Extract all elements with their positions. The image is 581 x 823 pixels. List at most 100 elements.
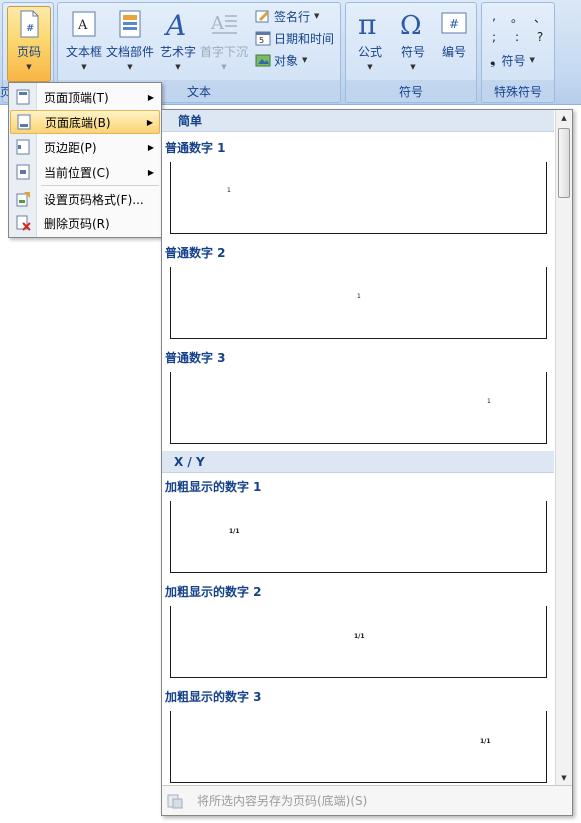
menu-item-page-margins[interactable]: 页边距(P) ▶ xyxy=(10,135,160,159)
menu-separator xyxy=(41,185,159,186)
gallery-thumbnail-plain-number-2[interactable]: 1 xyxy=(170,267,547,339)
menu-item-top-of-page[interactable]: 页面顶端(T) ▶ xyxy=(10,85,160,109)
symbol-cell[interactable]: , xyxy=(487,9,501,25)
current-position-icon xyxy=(16,164,30,180)
menu-item-label: 页边距(P) xyxy=(44,140,97,155)
chevron-down-icon: ▼ xyxy=(127,63,133,71)
chevron-down-icon: ▼ xyxy=(221,63,227,71)
quickparts-label: 文档部件 xyxy=(106,45,155,59)
chevron-down-icon: ▼ xyxy=(302,56,308,64)
page-number-sample: 1 xyxy=(357,293,361,300)
group-label-fragment: 页 xyxy=(0,86,8,99)
menu-item-remove-page-numbers[interactable]: 删除页码(R) xyxy=(10,211,160,235)
number-label: 编号 xyxy=(441,45,466,59)
wordart-label: 艺术字 xyxy=(159,45,196,59)
symbols-group-label: 符号 xyxy=(398,85,423,99)
date-time-label: 日期和时间 xyxy=(274,31,335,46)
menu-item-current-position[interactable]: 当前位置(C) ▶ xyxy=(10,160,160,184)
signature-line-button[interactable]: 签名行 ▼ xyxy=(255,6,319,26)
menu-item-bottom-of-page[interactable]: 页面底端(B) ▶ xyxy=(10,110,160,134)
gallery-item-title: 加粗显示的数字 1 xyxy=(165,480,262,494)
gallery-thumbnail-plain-number-3[interactable]: 1 xyxy=(170,372,547,444)
gallery-thumbnail-bold-number-1[interactable]: 1/1 xyxy=(170,501,547,573)
textbox-button[interactable]: A 文本框 ▼ xyxy=(62,7,106,75)
page-number-button[interactable]: # 页码 ▼ xyxy=(7,6,51,82)
save-selection-label: 将所选内容另存为页码(底端)(S) xyxy=(197,794,368,808)
chevron-down-icon: ▼ xyxy=(81,63,87,71)
special-symbols-group-label: 特殊符号 xyxy=(493,85,542,99)
object-button[interactable]: 对象 ▼ xyxy=(255,50,307,70)
number-icon: # xyxy=(441,12,467,34)
quickparts-button[interactable]: 文档部件 ▼ xyxy=(106,7,154,75)
save-selection-to-gallery-item[interactable]: 将所选内容另存为页码(底端)(S) xyxy=(162,785,572,815)
svg-text:A: A xyxy=(163,9,186,39)
gallery-item-title: 加粗显示的数字 3 xyxy=(165,690,262,704)
date-time-button[interactable]: 5 日期和时间 xyxy=(255,28,334,48)
symbol-cell[interactable]: : xyxy=(510,30,524,46)
textbox-icon: A xyxy=(72,11,96,37)
chevron-down-icon: ▼ xyxy=(529,56,535,64)
symbol-cell[interactable]: 。 xyxy=(510,9,524,25)
gallery-item-title: 加粗显示的数字 2 xyxy=(165,585,262,599)
gallery-thumbnail-bold-number-3[interactable]: 1/1 xyxy=(170,711,547,783)
menu-item-label: 删除页码(R) xyxy=(44,216,110,231)
pi-icon: π xyxy=(358,9,376,39)
wordart-icon: A xyxy=(163,9,186,39)
format-page-number-icon xyxy=(16,192,30,207)
special-symbol-button[interactable]: ❟ 符号 ▼ xyxy=(490,50,535,70)
remove-page-number-icon xyxy=(16,215,31,231)
menu-item-label: 设置页码格式(F)... xyxy=(44,192,144,207)
menu-item-label: 当前位置(C) xyxy=(44,165,110,180)
gallery-category-header: X / Y xyxy=(162,451,554,473)
gallery-item-title: 普通数字 3 xyxy=(165,351,226,365)
page-number-sample: 1 xyxy=(487,398,491,405)
page-number-sample: 1/1 xyxy=(480,738,491,745)
svg-text:A: A xyxy=(77,18,88,33)
menu-item-label: 页面底端(B) xyxy=(45,115,111,130)
object-label: 对象 xyxy=(274,53,299,68)
chevron-down-icon: ▼ xyxy=(410,63,416,71)
symbols-group: π 公式 ▼ Ω 符号 ▼ # 编号 符号 xyxy=(345,2,477,103)
menu-item-format-page-numbers[interactable]: 设置页码格式(F)... xyxy=(10,187,160,211)
gallery-thumbnail-bold-number-2[interactable]: 1/1 xyxy=(170,606,547,678)
chevron-down-icon: ▼ xyxy=(26,63,32,71)
dropcap-label: 首字下沉 xyxy=(200,45,249,59)
dropcap-button[interactable]: A 首字下沉 ▼ xyxy=(200,7,248,75)
symbol-cell[interactable]: ; xyxy=(487,30,501,46)
page-margin-icon xyxy=(16,139,30,155)
page-number-sample: 1/1 xyxy=(229,528,240,535)
gallery-scrollbar[interactable]: ▲ ▼ xyxy=(555,110,572,786)
submenu-arrow-icon: ▶ xyxy=(147,167,154,177)
gallery-item-title: 普通数字 2 xyxy=(165,246,226,260)
gallery-thumbnail-plain-number-1[interactable]: 1 xyxy=(170,162,547,234)
submenu-arrow-icon: ▶ xyxy=(146,117,153,127)
textbox-label: 文本框 xyxy=(65,45,102,59)
scroll-up-icon[interactable]: ▲ xyxy=(556,110,572,126)
menu-item-label: 页面顶端(T) xyxy=(44,90,109,105)
submenu-arrow-icon: ▶ xyxy=(147,92,154,102)
svg-text:Ω: Ω xyxy=(400,11,422,39)
signature-icon xyxy=(255,10,269,23)
symbol-cell[interactable]: ? xyxy=(533,30,547,46)
wordart-button[interactable]: A 艺术字 ▼ xyxy=(156,7,200,75)
symbol-cell[interactable]: 、 xyxy=(533,9,547,25)
gallery-item-title: 普通数字 1 xyxy=(165,141,226,155)
symbol-button[interactable]: Ω 符号 ▼ xyxy=(391,7,435,75)
page-number-gallery: 简单 普通数字 1 1 普通数字 2 1 普通数字 3 1 X / Y 加粗显示… xyxy=(161,109,573,816)
number-button[interactable]: # 编号 xyxy=(432,7,476,75)
scroll-down-icon[interactable]: ▼ xyxy=(556,770,572,786)
svg-text:π: π xyxy=(358,9,376,39)
object-icon xyxy=(255,54,271,67)
save-to-gallery-icon xyxy=(167,794,183,808)
page-number-sample: 1/1 xyxy=(354,633,365,640)
calendar-icon: 5 xyxy=(255,31,271,46)
quickparts-icon xyxy=(119,10,141,38)
page-number-sample: 1 xyxy=(227,187,231,194)
scrollbar-thumb[interactable] xyxy=(558,128,570,198)
equation-label: 公式 xyxy=(357,45,382,59)
gallery-category-header: 简单 xyxy=(162,110,554,132)
chevron-down-icon: ▼ xyxy=(314,12,320,20)
equation-button[interactable]: π 公式 ▼ xyxy=(348,7,392,75)
page-bottom-icon xyxy=(17,114,31,130)
page-number-label: 页码 xyxy=(16,45,41,59)
